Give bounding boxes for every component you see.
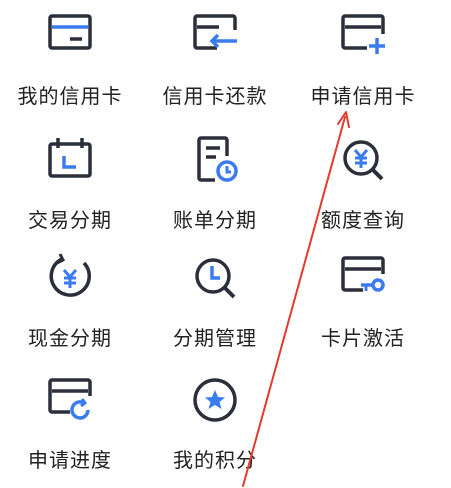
star-circle-icon — [185, 370, 245, 430]
menu-item-card-repayment[interactable]: 信用卡还款 — [145, 4, 285, 124]
menu-item-label: 交易分期 — [28, 208, 112, 232]
menu-item-my-points[interactable]: 我的积分 — [145, 368, 285, 488]
menu-item-my-credit-card[interactable]: 我的信用卡 — [0, 4, 140, 124]
menu-item-label: 卡片激活 — [321, 326, 405, 350]
yen-search-icon — [333, 130, 393, 190]
menu-item-apply-credit-card[interactable]: 申请信用卡 — [293, 4, 433, 124]
card-repayment-icon — [185, 6, 245, 66]
credit-card-icon — [40, 6, 100, 66]
menu-item-bill-installment[interactable]: 账单分期 — [145, 128, 285, 248]
menu-item-label: 信用卡还款 — [162, 84, 268, 108]
menu-item-installment-management[interactable]: 分期管理 — [145, 246, 285, 366]
card-add-icon — [333, 6, 393, 66]
menu-item-label: 分期管理 — [173, 326, 257, 350]
menu-item-application-progress[interactable]: 申请进度 — [0, 368, 140, 488]
menu-item-card-activation[interactable]: 卡片激活 — [293, 246, 433, 366]
menu-item-label: 账单分期 — [173, 208, 257, 232]
menu-item-label: 申请进度 — [28, 448, 112, 472]
menu-item-label: 申请信用卡 — [310, 84, 416, 108]
menu-item-cash-installment[interactable]: 现金分期 — [0, 246, 140, 366]
menu-item-label: 额度查询 — [321, 208, 405, 232]
clock-search-icon — [185, 248, 245, 308]
menu-item-limit-inquiry[interactable]: 额度查询 — [293, 128, 433, 248]
menu-item-label: 我的积分 — [173, 448, 257, 472]
credit-card-menu-grid: 我的信用卡 信用卡还款 申请信用卡 交易分期 账单分期 额度查询 现金分期 分期… — [0, 0, 451, 487]
card-refresh-icon — [40, 370, 100, 430]
menu-item-transaction-installment[interactable]: 交易分期 — [0, 128, 140, 248]
card-key-icon — [333, 248, 393, 308]
bill-clock-icon — [185, 130, 245, 190]
calendar-installment-icon — [40, 130, 100, 190]
yen-cycle-icon — [40, 248, 100, 308]
menu-item-label: 现金分期 — [28, 326, 112, 350]
menu-item-label: 我的信用卡 — [17, 84, 123, 108]
